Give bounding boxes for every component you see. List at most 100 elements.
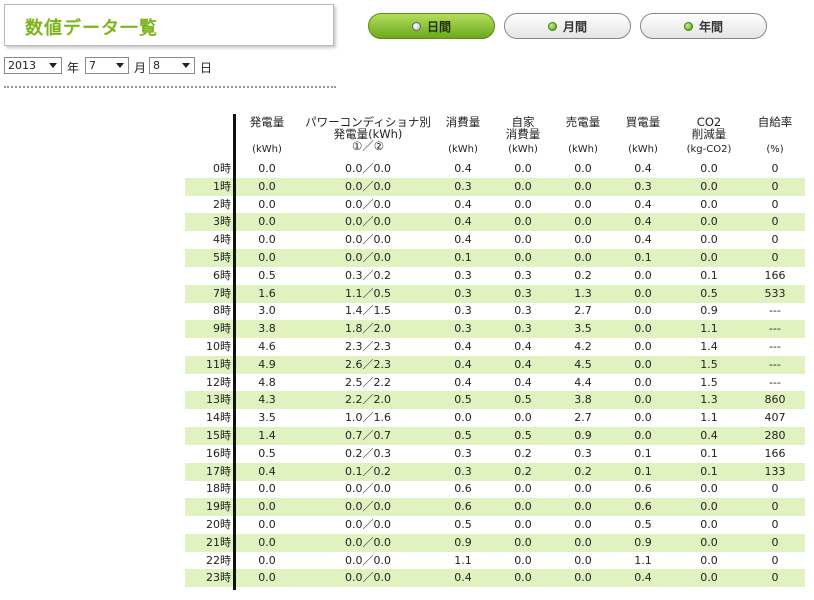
tab-monthly[interactable]: 月間 [504, 13, 631, 39]
table-row: 17時 0.4 0.1／0.2 0.3 0.2 0.2 0.1 0.1 133 [185, 462, 805, 481]
table-cell-co2-reduction: 1.5 [700, 357, 718, 371]
year-select[interactable]: 2013 [4, 57, 62, 74]
table-cell-consumption: 0.6 [454, 500, 472, 514]
table-row: 8時 3.0 1.4／1.5 0.3 0.3 2.7 0.0 0.9 --- [185, 302, 805, 320]
table-cell-sold-power: 0.0 [574, 251, 592, 264]
column-header-line: 消費量 [505, 127, 541, 141]
table-cell-self-consumption: 0.0 [514, 162, 532, 175]
row-hour-label: 16時 [206, 446, 231, 460]
month-unit-label: 月 [134, 61, 147, 75]
table-cell-pcs-generation: 0.0／0.0 [345, 553, 391, 567]
table-cell-generation: 4.3 [258, 393, 276, 407]
table-cell-purchased-power: 0.0 [634, 429, 652, 442]
table-cell-consumption: 0.0 [454, 411, 472, 425]
table-cell-pcs-generation: 0.0／0.0 [345, 571, 391, 585]
table-cell-consumption: 0.4 [454, 197, 472, 211]
column-unit-sold-power: (kWh) [568, 144, 598, 155]
table-cell-consumption: 0.9 [454, 535, 472, 549]
table-cell-sold-power: 0.0 [574, 162, 592, 175]
table-cell-pcs-generation: 0.0／0.0 [345, 179, 391, 193]
table-cell-sold-power: 2.7 [574, 411, 592, 425]
table-cell-self-consumption: 0.0 [514, 179, 532, 193]
table-row: 7時 1.6 1.1／0.5 0.3 0.3 1.3 0.0 0.5 533 [185, 284, 805, 303]
table-cell-pcs-generation: 0.7／0.7 [345, 429, 391, 442]
column-unit-generation: (kWh) [252, 144, 282, 155]
table-cell-generation: 0.0 [258, 233, 276, 247]
column-header-line: ①／② [351, 139, 385, 153]
table-cell-purchased-power: 0.0 [634, 268, 652, 282]
table-cell-co2-reduction: 0.4 [700, 429, 718, 442]
table-cell-consumption: 1.1 [454, 553, 472, 567]
tab-daily[interactable]: 日間 [368, 13, 495, 39]
dropdown-arrow-icon [49, 63, 57, 68]
table-cell-self-sufficiency: 0 [771, 162, 779, 175]
table-cell-self-sufficiency: 0 [771, 500, 779, 514]
table-cell-consumption: 0.6 [454, 482, 472, 496]
table-cell-self-consumption: 0.0 [514, 251, 532, 264]
table-row: 3時 0.0 0.0／0.0 0.4 0.0 0.0 0.4 0.0 0 [185, 213, 805, 232]
table-cell-consumption: 0.3 [454, 464, 472, 478]
table-cell-generation: 0.0 [258, 197, 276, 211]
row-hour-label: 14時 [206, 411, 231, 425]
table-cell-self-consumption: 0.0 [514, 411, 532, 425]
month-select[interactable]: 7 [85, 57, 129, 74]
table-cell-co2-reduction: 0.0 [700, 571, 718, 585]
column-unit-co2-reduction: (kg-CO2) [686, 144, 732, 155]
table-cell-purchased-power: 0.0 [634, 322, 652, 336]
row-hour-label: 3時 [213, 215, 231, 229]
table-cell-purchased-power: 0.1 [634, 446, 652, 460]
row-hour-label: 19時 [206, 500, 231, 514]
table-row: 4時 0.0 0.0／0.0 0.4 0.0 0.0 0.4 0.0 0 [185, 231, 805, 249]
table-cell-sold-power: 4.2 [574, 340, 592, 353]
table-cell-co2-reduction: 0.0 [700, 553, 718, 567]
table-row: 18時 0.0 0.0／0.0 0.6 0.0 0.0 0.6 0.0 0 [185, 480, 805, 498]
table-cell-purchased-power: 0.4 [634, 233, 652, 247]
table-cell-sold-power: 0.0 [574, 197, 592, 211]
row-hour-label: 21時 [206, 535, 231, 549]
table-cell-self-consumption: 0.0 [514, 197, 532, 211]
table-row: 12時 4.8 2.5／2.2 0.4 0.4 4.4 0.0 1.5 --- [185, 374, 805, 392]
table-cell-generation: 0.0 [258, 251, 276, 264]
table-cell-pcs-generation: 0.0／0.0 [345, 197, 391, 211]
table-cell-consumption: 0.4 [454, 571, 472, 585]
table-cell-self-sufficiency: 0 [771, 553, 779, 567]
table-row: 20時 0.0 0.0／0.0 0.5 0.0 0.0 0.5 0.0 0 [185, 516, 805, 534]
table-cell-co2-reduction: 1.3 [700, 393, 718, 407]
title-panel: 数値データ一覧 [4, 4, 334, 46]
day-select[interactable]: 8 [149, 57, 195, 74]
table-cell-generation: 0.0 [258, 482, 276, 496]
month-select-value: 7 [89, 59, 96, 72]
year-unit-label: 年 [67, 61, 80, 75]
table-cell-self-consumption: 0.3 [514, 322, 532, 336]
table-cell-co2-reduction: 0.0 [700, 162, 718, 175]
row-hour-label: 10時 [206, 340, 231, 353]
column-header-co2-reduction: CO2 削減量 [676, 116, 742, 140]
table-cell-purchased-power: 0.4 [634, 215, 652, 229]
tab-yearly[interactable]: 年間 [640, 13, 767, 39]
dropdown-arrow-icon [116, 63, 124, 68]
table-cell-self-sufficiency: 0 [771, 571, 779, 585]
table-cell-consumption: 0.4 [454, 162, 472, 175]
dotted-divider [4, 86, 336, 88]
table-cell-self-consumption: 0.3 [514, 286, 532, 300]
table-cell-co2-reduction: 0.0 [700, 518, 718, 531]
table-cell-generation: 4.6 [258, 340, 276, 353]
table-cell-pcs-generation: 1.0／1.6 [345, 411, 391, 425]
table-cell-self-sufficiency: 0 [771, 251, 779, 264]
column-header-consumption: 消費量 [436, 116, 490, 128]
table-cell-generation: 3.0 [258, 304, 276, 318]
row-hour-label: 18時 [206, 482, 231, 496]
table-cell-pcs-generation: 1.8／2.0 [345, 322, 391, 336]
table-cell-purchased-power: 0.0 [634, 357, 652, 371]
row-hour-label: 22時 [206, 553, 231, 567]
table-cell-generation: 0.0 [258, 571, 276, 585]
table-cell-consumption: 0.4 [454, 357, 472, 371]
table-cell-pcs-generation: 1.1／0.5 [345, 286, 391, 300]
table-cell-sold-power: 0.0 [574, 482, 592, 496]
table-cell-sold-power: 4.4 [574, 375, 592, 389]
table-cell-generation: 0.4 [258, 464, 276, 478]
table-cell-consumption: 0.3 [454, 268, 472, 282]
table-row: 15時 1.4 0.7／0.7 0.5 0.5 0.9 0.0 0.4 280 [185, 427, 805, 445]
table-cell-self-sufficiency: 0 [771, 518, 779, 531]
tab-monthly-label: 月間 [562, 19, 587, 34]
